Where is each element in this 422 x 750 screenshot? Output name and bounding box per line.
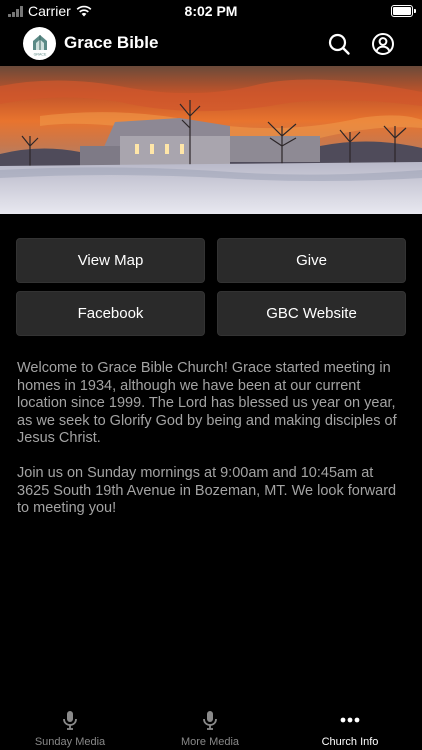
view-map-button[interactable]: View Map: [16, 238, 205, 283]
description-paragraph: Welcome to Grace Bible Church! Grace sta…: [17, 360, 397, 446]
church-description: Welcome to Grace Bible Church! Grace sta…: [17, 360, 409, 535]
tab-label: Sunday Media: [34, 736, 106, 748]
facebook-button[interactable]: Facebook: [16, 291, 205, 336]
battery-icon: [391, 5, 416, 17]
church-hero-image: [0, 66, 422, 214]
more-dots-icon: [340, 717, 360, 723]
microphone-icon: [63, 711, 77, 730]
tab-sunday-media[interactable]: Sunday Media: [0, 700, 140, 750]
church-photo: [0, 66, 422, 214]
logo-text: GRACE: [33, 52, 46, 56]
tab-church-info[interactable]: Church Info: [280, 700, 420, 750]
search-icon[interactable]: [327, 32, 351, 56]
tab-label: Church Info: [321, 736, 379, 748]
account-icon[interactable]: [371, 32, 395, 56]
status-time: 8:02 PM: [184, 3, 238, 19]
logo-icon: GRACE: [32, 34, 47, 56]
app-header: GRACE Grace Bible: [0, 22, 422, 66]
tab-label: More Media: [180, 736, 240, 748]
church-logo: GRACE: [23, 27, 56, 60]
description-paragraph: Join us on Sunday mornings at 9:00am and…: [17, 465, 397, 516]
app-title: Grace Bible: [64, 33, 159, 52]
give-button[interactable]: Give: [217, 238, 406, 283]
tab-bar: Sunday Media More Media Church Info: [0, 700, 422, 750]
tab-more-media[interactable]: More Media: [140, 700, 280, 750]
microphone-icon: [203, 711, 217, 730]
gbc-website-button[interactable]: GBC Website: [217, 291, 406, 336]
status-bar: Carrier 8:02 PM: [0, 0, 422, 22]
